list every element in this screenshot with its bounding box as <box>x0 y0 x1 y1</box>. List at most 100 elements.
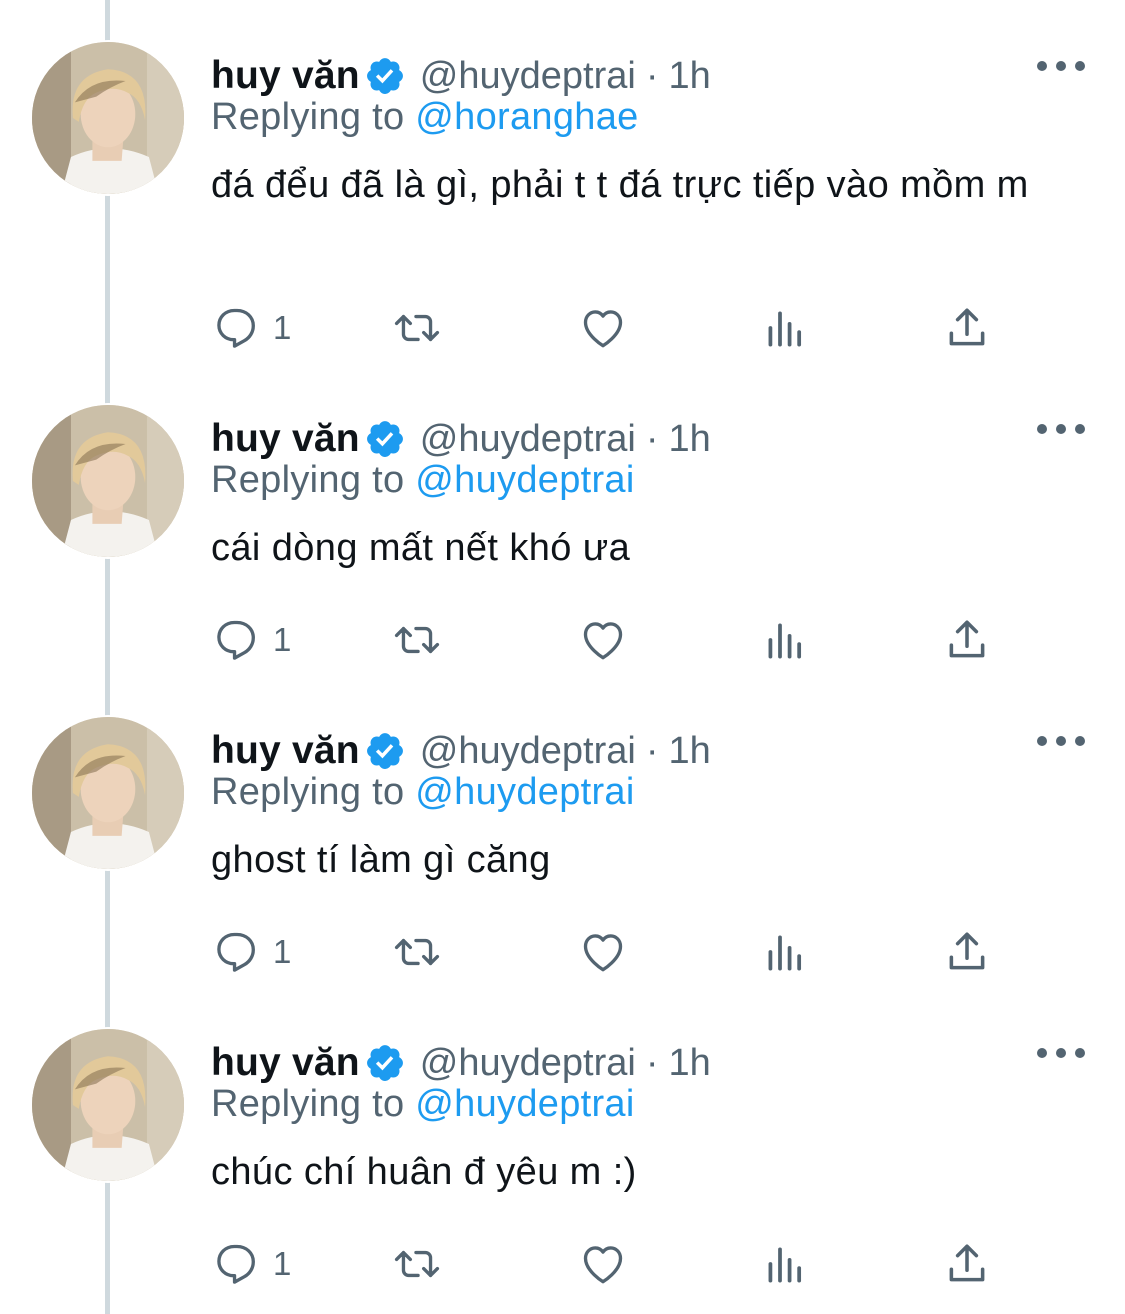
tweet-header: huy văn @huydeptrai · 1h <box>211 1037 711 1089</box>
share-upload-icon <box>949 1244 985 1282</box>
tweet-header: huy văn @huydeptrai · 1h <box>211 413 711 465</box>
like-button[interactable] <box>578 298 628 358</box>
analytics-button[interactable] <box>760 298 810 358</box>
heart-icon <box>583 310 623 348</box>
tweet-actions: 1 <box>0 610 1125 670</box>
bar-chart-icon <box>768 935 802 971</box>
replying-to-label: Replying to <box>211 771 405 813</box>
like-button[interactable] <box>578 1234 628 1294</box>
reply-bubble-icon <box>217 308 255 348</box>
tweet-text: cái dòng mất nết khó ưa <box>211 527 631 569</box>
share-button[interactable] <box>942 610 992 670</box>
verified-badge-icon <box>364 1042 406 1084</box>
retweet-button[interactable] <box>392 610 442 670</box>
replying-to-line: Replying to @huydeptrai <box>211 1083 635 1126</box>
reply-button[interactable]: 1 <box>211 610 291 670</box>
bar-chart-icon <box>768 623 802 659</box>
avatar[interactable] <box>30 715 186 871</box>
analytics-button[interactable] <box>760 922 810 982</box>
user-handle[interactable]: @huydeptrai <box>420 55 636 98</box>
meta-separator: · <box>645 729 659 772</box>
reply-thread: huy văn @huydeptrai · 1h Replying to @ho… <box>0 0 1125 1314</box>
verified-badge-icon <box>364 730 406 772</box>
more-dots-icon[interactable] <box>1037 417 1085 441</box>
replying-to-label: Replying to <box>211 459 405 501</box>
avatar[interactable] <box>30 1027 186 1183</box>
user-handle[interactable]: @huydeptrai <box>420 418 636 461</box>
replying-to-line: Replying to @huydeptrai <box>211 771 635 814</box>
reply-button[interactable]: 1 <box>211 1234 291 1294</box>
tweet-time[interactable]: 1h <box>668 1042 710 1085</box>
share-button[interactable] <box>942 1234 992 1294</box>
avatar-image <box>32 717 184 869</box>
tweet-actions: 1 <box>0 922 1125 982</box>
tweet-time[interactable]: 1h <box>668 730 710 773</box>
tweet-time[interactable]: 1h <box>668 55 710 98</box>
tweet-text: chúc chí huân đ yêu m :) <box>211 1151 637 1193</box>
tweet-actions: 1 <box>0 298 1125 358</box>
avatar-image <box>32 1029 184 1181</box>
reply-count: 1 <box>273 933 292 970</box>
retweet-icon <box>394 938 440 966</box>
like-button[interactable] <box>578 610 628 670</box>
tweet-header: huy văn @huydeptrai · 1h <box>211 50 711 102</box>
share-button[interactable] <box>942 922 992 982</box>
replying-to-line: Replying to @huydeptrai <box>211 459 635 502</box>
retweet-icon <box>394 626 440 654</box>
analytics-button[interactable] <box>760 1234 810 1294</box>
replying-to-label: Replying to <box>211 1083 405 1125</box>
share-button[interactable] <box>942 298 992 358</box>
display-name[interactable]: huy văn <box>211 417 360 461</box>
replying-to-mention[interactable]: @huydeptrai <box>415 1083 634 1125</box>
reply-bubble-icon <box>217 620 255 660</box>
tweet-header: huy văn @huydeptrai · 1h <box>211 725 711 777</box>
heart-icon <box>583 622 623 660</box>
user-handle[interactable]: @huydeptrai <box>420 730 636 773</box>
replying-to-mention[interactable]: @huydeptrai <box>415 459 634 501</box>
reply-count: 1 <box>273 309 292 346</box>
verified-badge-icon <box>364 55 406 97</box>
retweet-button[interactable] <box>392 922 442 982</box>
replying-to-label: Replying to <box>211 96 405 138</box>
replying-to-line: Replying to @horanghae <box>211 96 639 139</box>
meta-separator: · <box>645 1041 659 1084</box>
display-name[interactable]: huy văn <box>211 729 360 773</box>
meta-separator: · <box>645 417 659 460</box>
tweet-text: ghost tí làm gì căng <box>211 839 551 881</box>
tweet-time[interactable]: 1h <box>668 418 710 461</box>
tweet-actions: 1 <box>0 1234 1125 1294</box>
avatar-image <box>32 405 184 557</box>
share-upload-icon <box>949 620 985 658</box>
avatar-image <box>32 42 184 194</box>
avatar[interactable] <box>30 40 186 196</box>
reply-button[interactable]: 1 <box>211 298 291 358</box>
reply-count: 1 <box>273 1245 292 1282</box>
user-handle[interactable]: @huydeptrai <box>420 1042 636 1085</box>
reply-count: 1 <box>273 621 292 658</box>
heart-icon <box>583 1246 623 1284</box>
retweet-icon <box>394 1250 440 1278</box>
reply-bubble-icon <box>217 1244 255 1284</box>
bar-chart-icon <box>768 1247 802 1283</box>
more-dots-icon[interactable] <box>1037 1041 1085 1065</box>
retweet-button[interactable] <box>392 1234 442 1294</box>
display-name[interactable]: huy văn <box>211 1041 360 1085</box>
replying-to-mention[interactable]: @horanghae <box>415 96 638 138</box>
tweet-text: đá đểu đã là gì, phải t t đá trực tiếp v… <box>211 164 1029 206</box>
reply-button[interactable]: 1 <box>211 922 291 982</box>
analytics-button[interactable] <box>760 610 810 670</box>
heart-icon <box>583 934 623 972</box>
share-upload-icon <box>949 932 985 970</box>
bar-chart-icon <box>768 311 802 347</box>
replying-to-mention[interactable]: @huydeptrai <box>415 771 634 813</box>
like-button[interactable] <box>578 922 628 982</box>
share-upload-icon <box>949 308 985 346</box>
meta-separator: · <box>645 54 659 97</box>
more-dots-icon[interactable] <box>1037 729 1085 753</box>
avatar[interactable] <box>30 403 186 559</box>
more-dots-icon[interactable] <box>1037 54 1085 78</box>
retweet-button[interactable] <box>392 298 442 358</box>
display-name[interactable]: huy văn <box>211 54 360 98</box>
retweet-icon <box>394 314 440 342</box>
reply-bubble-icon <box>217 932 255 972</box>
